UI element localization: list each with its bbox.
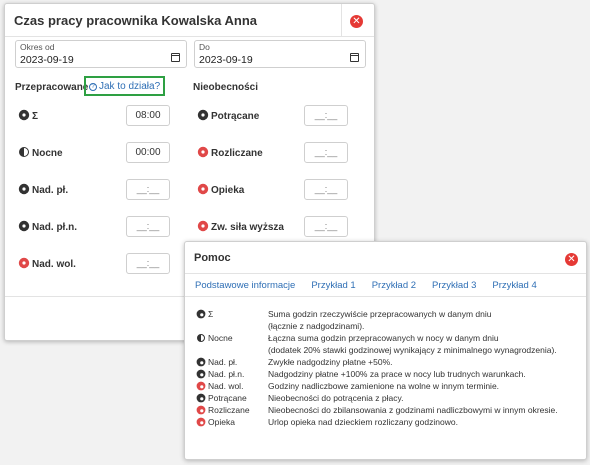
help-row: Nad. pł. Zwykłe nadgodziny płatne +50%. xyxy=(197,356,578,368)
close-icon[interactable]: ✕ xyxy=(565,253,578,266)
help-header: Pomoc ✕ xyxy=(185,242,586,274)
help-row: Nad. wol. Godziny nadliczbowe zamienione… xyxy=(197,380,578,392)
deducted-input[interactable]: __:__ xyxy=(304,105,348,126)
gear-icon xyxy=(197,358,205,366)
absence-row-settled: Rozliczane xyxy=(198,147,263,159)
red-gear-icon xyxy=(199,185,207,193)
absences-section-title: Nieobecności xyxy=(193,82,259,93)
red-gear-icon xyxy=(197,382,205,390)
red-gear-icon xyxy=(199,148,207,156)
tab-basic-info[interactable]: Podstawowe informacje xyxy=(195,280,295,291)
date-from-field[interactable]: Okres od 2023-09-19 xyxy=(15,40,187,68)
help-popup: Pomoc ✕ Podstawowe informacje Przykład 1P… xyxy=(184,241,587,460)
dialog-title: Czas pracy pracownika Kowalska Anna xyxy=(14,13,258,28)
date-to-label: Do xyxy=(199,42,210,52)
help-title: Pomoc xyxy=(194,252,231,264)
absence-row-deducted: Potrącane xyxy=(198,110,259,122)
help-row: Potrącane Nieobecności do potrącenia z p… xyxy=(197,392,578,404)
gear-icon xyxy=(20,185,28,193)
sum-time-input[interactable]: 08:00 xyxy=(126,105,170,126)
half-circle-icon xyxy=(197,334,205,342)
tab-example-1[interactable]: Przykład 1 xyxy=(311,280,355,291)
gear-icon xyxy=(20,222,28,230)
worked-row-overtime-night: Nad. pł.n. xyxy=(19,221,77,233)
help-row: Rozliczane Nieobecności do zbilansowania… xyxy=(197,404,578,416)
absence-row-force-majeure: Zw. siła wyższa xyxy=(198,221,284,233)
overtime-free-input[interactable]: __:__ xyxy=(126,253,170,274)
help-table: Σ Suma godzin rzeczywiście przepracowany… xyxy=(197,308,578,428)
night-time-input[interactable]: 00:00 xyxy=(126,142,170,163)
help-link[interactable]: ? Jak to działa? xyxy=(84,76,166,96)
worked-row-night: Nocne xyxy=(19,147,63,159)
red-gear-icon xyxy=(199,222,207,230)
gear-icon xyxy=(20,111,28,119)
force-majeure-input[interactable]: __:__ xyxy=(304,216,348,237)
question-icon: ? xyxy=(89,83,97,91)
calendar-icon[interactable] xyxy=(171,53,180,62)
dialog-header: Czas pracy pracownika Kowalska Anna ✕ xyxy=(5,4,374,37)
gear-icon xyxy=(197,370,205,378)
gear-icon xyxy=(197,394,205,402)
tab-example-4[interactable]: Przykład 4 xyxy=(492,280,536,291)
calendar-icon[interactable] xyxy=(350,53,359,62)
date-to-field[interactable]: Do 2023-09-19 xyxy=(194,40,366,68)
date-from-value[interactable]: 2023-09-19 xyxy=(20,54,74,66)
help-tabs: Podstawowe informacje Przykład 1 Przykład … xyxy=(195,280,553,291)
date-from-label: Okres od xyxy=(20,42,55,52)
gear-icon xyxy=(197,310,205,318)
date-to-value[interactable]: 2023-09-19 xyxy=(199,54,253,66)
help-row: Σ Suma godzin rzeczywiście przepracowany… xyxy=(197,308,578,332)
overtime-night-input[interactable]: __:__ xyxy=(126,216,170,237)
overtime-paid-input[interactable]: __:__ xyxy=(126,179,170,200)
help-link-label: Jak to działa? xyxy=(99,81,161,92)
red-gear-icon xyxy=(197,418,205,426)
worked-section-title: Przepracowane xyxy=(15,82,89,93)
tab-example-3[interactable]: Przykład 3 xyxy=(432,280,476,291)
care-input[interactable]: __:__ xyxy=(304,179,348,200)
help-row: Nad. pł.n. Nadgodziny płatne +100% za pr… xyxy=(197,368,578,380)
help-row: Nocne Łączna suma godzin przepracowanych… xyxy=(197,332,578,356)
worked-row-overtime-free: Nad. wol. xyxy=(19,258,76,270)
worked-row-overtime-paid: Nad. pł. xyxy=(19,184,68,196)
tab-example-2[interactable]: Przykład 2 xyxy=(372,280,416,291)
settled-input[interactable]: __:__ xyxy=(304,142,348,163)
close-icon[interactable]: ✕ xyxy=(350,15,363,28)
absence-row-care: Opieka xyxy=(198,184,244,196)
red-gear-icon xyxy=(197,406,205,414)
worked-row-sum: Σ xyxy=(19,110,38,122)
red-gear-icon xyxy=(20,259,28,267)
gear-icon xyxy=(199,111,207,119)
half-circle-icon xyxy=(19,147,29,157)
help-row: Opieka Urlop opieka nad dzieckiem rozlic… xyxy=(197,416,578,428)
